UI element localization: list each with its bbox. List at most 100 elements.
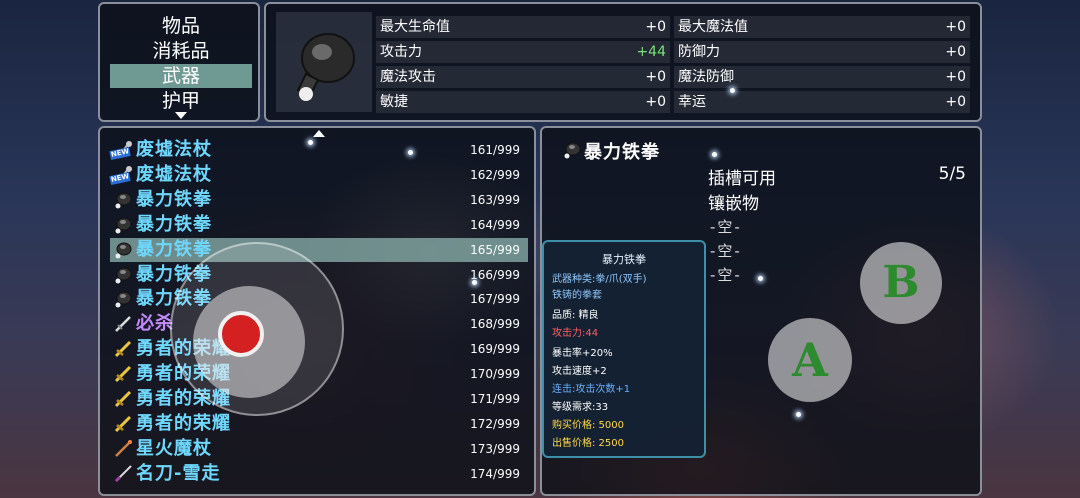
item-count: 171/999	[470, 392, 520, 406]
stat-row: 幸运 +0	[674, 91, 970, 113]
item-list-row[interactable]: NEW 废墟法杖 162/999	[109, 163, 528, 187]
fist-icon	[112, 190, 134, 210]
tooltip-crit-rate: 暴击率+20%	[552, 348, 613, 359]
category-consumables[interactable]: 消耗品	[110, 39, 252, 63]
sparkle	[796, 412, 801, 417]
sparkle	[730, 88, 735, 93]
tooltip-attack: 攻击力:44	[552, 328, 599, 339]
gem-slot[interactable]: -空-	[710, 264, 742, 285]
stat-label: 幸运	[678, 94, 706, 110]
stat-row: 最大生命值 +0	[376, 16, 670, 38]
item-list-row[interactable]: 星火魔杖 173/999	[110, 437, 528, 461]
item-name: 暴力铁拳	[136, 188, 212, 210]
equipped-item-preview	[276, 12, 372, 112]
item-name: 勇者的荣耀	[136, 412, 231, 434]
sword-icon	[112, 339, 134, 359]
stat-value: +0	[945, 19, 966, 35]
fist-icon	[564, 142, 581, 159]
item-name: 暴力铁拳	[136, 213, 212, 235]
katana-icon	[112, 464, 134, 484]
slots-value: 5/5	[938, 164, 966, 184]
item-count: 164/999	[470, 217, 520, 232]
item-list-row[interactable]: 勇者的荣耀 172/999	[110, 412, 528, 436]
item-name: 名刀-雪走	[136, 462, 221, 484]
stat-value: +0	[645, 19, 666, 35]
item-count: 161/999	[470, 143, 520, 157]
tooltip-weapon-type: 武器种类:拳/爪(双手)	[552, 274, 647, 285]
item-count: 172/999	[470, 416, 520, 431]
item-name: 暴力铁拳	[136, 238, 212, 260]
item-list-row[interactable]: 勇者的荣耀 171/999	[110, 387, 528, 411]
category-panel: 物品 消耗品 武器 护甲	[98, 2, 260, 122]
tooltip-quality: 品质: 精良	[552, 310, 599, 321]
stat-label: 防御力	[678, 44, 720, 60]
sparkle	[308, 140, 313, 145]
fist-icon	[112, 289, 134, 309]
fist-icon	[112, 240, 134, 260]
tooltip-description: 铁铸的拳套	[552, 290, 602, 301]
sword-icon	[112, 414, 134, 434]
category-weapons[interactable]: 武器	[110, 64, 252, 88]
stat-label: 最大魔法值	[678, 19, 748, 35]
tooltip-title: 暴力铁拳	[602, 253, 646, 266]
tooltip-buy-price: 购买价格: 5000	[552, 420, 624, 431]
sparkle	[758, 276, 763, 281]
stat-label: 敏捷	[380, 94, 408, 110]
item-tooltip: 暴力铁拳 武器种类:拳/爪(双手) 铁铸的拳套 品质: 精良 攻击力:44 暴击…	[542, 240, 706, 458]
stat-row: 魔法攻击 +0	[376, 66, 670, 88]
fist-icon	[296, 33, 355, 101]
sword-icon	[112, 364, 134, 384]
item-count: 174/999	[470, 466, 520, 481]
category-armor[interactable]: 护甲	[110, 89, 252, 113]
stat-row: 魔法防御 +0	[674, 66, 970, 88]
tooltip-sell-price: 出售价格: 2500	[552, 438, 624, 449]
sparkle	[472, 280, 477, 285]
a-button[interactable]: A	[768, 318, 852, 402]
stat-value: +0	[945, 94, 966, 110]
item-list-row[interactable]: 暴力铁拳 164/999	[110, 213, 528, 237]
category-items[interactable]: 物品	[110, 14, 252, 38]
detail-title: 暴力铁拳	[584, 142, 660, 163]
tooltip-attack-speed: 攻击速度+2	[552, 366, 607, 377]
joystick-knob[interactable]	[218, 311, 264, 357]
stat-row: 敏捷 +0	[376, 91, 670, 113]
item-count: 163/999	[470, 192, 520, 207]
stat-value: +0	[945, 44, 966, 60]
stat-value: +0	[645, 69, 666, 85]
gem-slot[interactable]: -空-	[710, 216, 742, 237]
item-name: 废墟法杖	[136, 139, 212, 160]
sword-icon	[112, 389, 134, 409]
stat-label: 攻击力	[380, 44, 422, 60]
item-list-row[interactable]: 名刀-雪走 174/999	[110, 462, 528, 486]
sparkle	[408, 150, 413, 155]
wand-icon	[112, 439, 134, 459]
slots-label: 插槽可用	[708, 169, 776, 189]
item-count: 167/999	[470, 292, 520, 307]
item-name: 星火魔杖	[136, 437, 212, 459]
item-list-row[interactable]: 暴力铁拳 163/999	[110, 188, 528, 212]
fist-icon	[112, 265, 134, 285]
stat-row: 防御力 +0	[674, 41, 970, 63]
stat-row: 攻击力 +44	[376, 41, 670, 63]
scroll-up-arrow-icon[interactable]	[313, 130, 325, 137]
item-count: 162/999	[470, 167, 520, 182]
tooltip-level-req: 等级需求:33	[552, 402, 609, 413]
item-list-row[interactable]: 暴力铁拳 165/999	[110, 237, 528, 262]
dagger-icon	[112, 314, 134, 334]
gems-label: 镶嵌物	[708, 194, 759, 214]
stat-value: +44	[636, 44, 666, 60]
item-list-row[interactable]: NEW 废墟法杖 161/999	[109, 138, 528, 162]
sparkle	[712, 152, 717, 157]
scroll-down-arrow-icon[interactable]	[175, 112, 187, 119]
item-name: 必杀	[136, 313, 174, 335]
item-count: 173/999	[470, 441, 520, 456]
item-count: 170/999	[470, 367, 520, 382]
stat-label: 最大生命值	[380, 19, 450, 35]
item-count: 168/999	[470, 317, 520, 332]
item-count: 169/999	[470, 342, 520, 357]
b-button[interactable]: B	[860, 242, 942, 324]
gem-slot[interactable]: -空-	[710, 240, 742, 261]
tooltip-combo: 连击:攻击次数+1	[552, 384, 631, 395]
stat-label: 魔法攻击	[380, 69, 436, 85]
fist-icon	[112, 215, 134, 235]
